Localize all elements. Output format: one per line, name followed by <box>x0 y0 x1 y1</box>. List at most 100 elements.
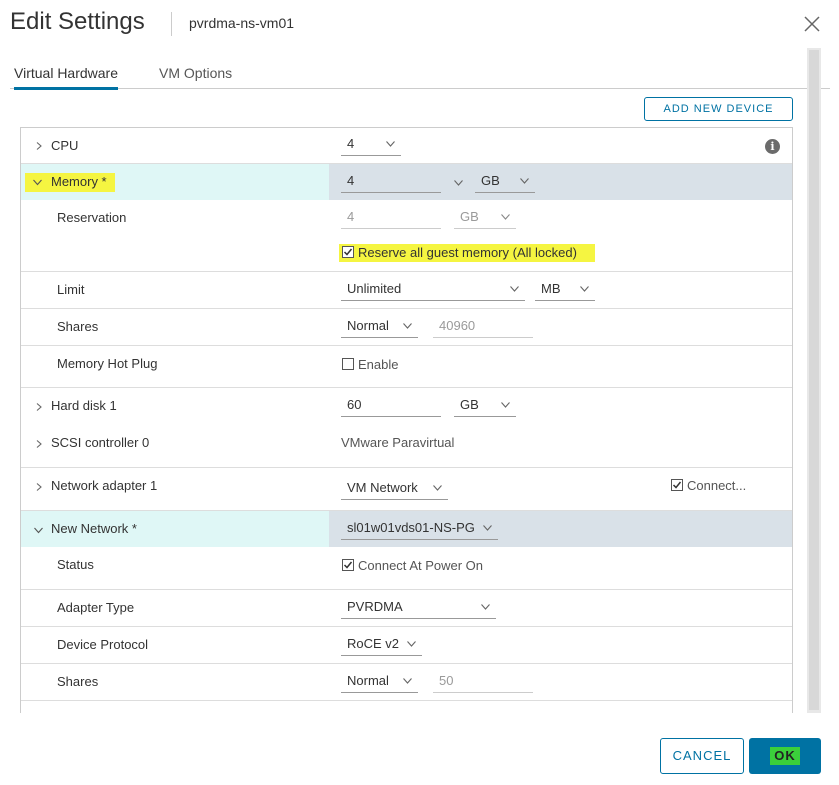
network-adapter-connect-label: Connect... <box>687 478 747 493</box>
limit-value: Unlimited <box>347 281 402 296</box>
new-network-value: sl01w01vds01-NS-PG <box>347 520 475 535</box>
memory-unit-select[interactable]: GB <box>475 171 535 193</box>
checkmark-icon <box>672 481 682 489</box>
hardware-list: CPU 4 i Memory * 4 GB Reservation 4 GB R <box>20 127 793 713</box>
memory-shares-level: Normal <box>347 318 389 333</box>
checkmark-icon <box>343 561 353 569</box>
close-icon[interactable] <box>802 14 822 34</box>
scsi-controller-row: SCSI controller 0 VMware Paravirtual <box>21 425 792 468</box>
chevron-right-icon[interactable] <box>35 142 43 150</box>
memory-hot-plug-label: Memory Hot Plug <box>57 356 158 371</box>
hard-disk-unit-select[interactable]: GB <box>454 395 516 417</box>
memory-label: Memory * <box>51 174 107 189</box>
chevron-right-icon[interactable] <box>35 440 43 448</box>
chevron-right-icon[interactable] <box>35 403 43 411</box>
network-shares-row: Shares Normal 50 <box>21 664 792 701</box>
info-icon[interactable]: i <box>765 139 780 154</box>
reservation-unit-value: GB <box>460 209 479 224</box>
hard-disk-label: Hard disk 1 <box>51 398 117 413</box>
chevron-down-icon <box>403 678 412 684</box>
device-protocol-value: RoCE v2 <box>347 636 400 651</box>
reservation-label: Reservation <box>57 210 127 225</box>
checkmark-icon <box>343 248 353 256</box>
memory-shares-select[interactable]: Normal <box>341 316 418 338</box>
scsi-controller-label: SCSI controller 0 <box>51 435 150 450</box>
adapter-type-label: Adapter Type <box>57 600 135 615</box>
chevron-down-icon <box>580 286 589 292</box>
tab-vm-options[interactable]: VM Options <box>159 65 232 87</box>
hard-disk-size-input[interactable]: 60 <box>341 395 441 417</box>
reservation-input[interactable]: 4 <box>341 207 441 229</box>
chevron-down-icon <box>501 402 510 408</box>
dialog-title: Edit Settings <box>10 8 145 35</box>
reservation-value: 4 <box>347 209 355 224</box>
chevron-down-icon <box>407 641 416 647</box>
memory-shares-label: Shares <box>57 319 99 334</box>
limit-select[interactable]: Unlimited <box>341 279 525 301</box>
title-divider <box>171 12 172 36</box>
chevron-down-icon <box>520 178 529 184</box>
limit-row: Limit Unlimited MB <box>21 272 792 309</box>
network-adapter-connect-checkbox[interactable] <box>671 479 683 491</box>
limit-unit-select[interactable]: MB <box>535 279 595 301</box>
tab-bar: Virtual Hardware VM Options <box>10 60 830 90</box>
memory-hot-plug-checkbox[interactable] <box>342 358 354 370</box>
cpu-row: CPU 4 i <box>21 128 792 164</box>
chevron-down-icon <box>481 604 490 610</box>
chevron-down-icon <box>403 323 412 329</box>
network-shares-input[interactable]: 50 <box>433 671 533 693</box>
connect-at-power-on-checkbox[interactable] <box>342 559 354 571</box>
adapter-type-value: PVRDMA <box>347 599 403 614</box>
new-network-select[interactable]: sl01w01vds01-NS-PG <box>341 518 498 540</box>
reservation-unit-select[interactable]: GB <box>454 207 516 229</box>
device-protocol-label: Device Protocol <box>57 637 149 652</box>
limit-unit-value: MB <box>541 281 561 296</box>
chevron-down-icon <box>483 525 492 531</box>
memory-shares-input[interactable]: 40960 <box>433 316 533 338</box>
memory-shares-row: Shares Normal 40960 <box>21 309 792 346</box>
memory-hot-plug-row: Memory Hot Plug Enable <box>21 346 792 388</box>
connect-at-power-on-label: Connect At Power On <box>358 558 484 573</box>
hard-disk-row: Hard disk 1 60 GB <box>21 388 792 425</box>
adapter-type-select[interactable]: PVRDMA <box>341 597 496 619</box>
network-shares-level: Normal <box>347 673 389 688</box>
ok-button-label: OK <box>770 747 800 765</box>
reserve-all-label: Reserve all guest memory (All locked) <box>358 245 577 260</box>
network-shares-label: Shares <box>57 674 99 689</box>
chevron-down-icon[interactable] <box>33 178 42 187</box>
network-adapter-label: Network adapter 1 <box>51 478 158 493</box>
chevron-down-icon <box>386 141 395 147</box>
scrollbar-thumb[interactable] <box>809 50 819 710</box>
network-shares-value: 50 <box>439 673 454 688</box>
status-row: Status Connect At Power On <box>21 547 792 590</box>
memory-size-input[interactable]: 4 <box>341 171 441 193</box>
network-shares-select[interactable]: Normal <box>341 671 418 693</box>
vm-name: pvrdma-ns-vm01 <box>189 15 295 31</box>
network-adapter-value: VM Network <box>347 480 418 495</box>
adapter-type-row: Adapter Type PVRDMA <box>21 590 792 627</box>
reserve-all-checkbox[interactable] <box>342 246 354 258</box>
cancel-button[interactable]: CANCEL <box>660 738 744 774</box>
hard-disk-size-value: 60 <box>347 397 362 412</box>
memory-size-value: 4 <box>347 173 355 188</box>
reservation-row: Reservation 4 GB Reserve all guest memor… <box>21 200 792 272</box>
add-new-device-button[interactable]: ADD NEW DEVICE <box>644 97 793 121</box>
status-label: Status <box>57 557 94 572</box>
ok-button[interactable]: OK <box>749 738 821 774</box>
memory-row: Memory * 4 GB <box>21 164 792 200</box>
chevron-down-icon <box>510 286 519 292</box>
memory-unit-value: GB <box>481 173 500 188</box>
device-protocol-select[interactable]: RoCE v2 <box>341 634 422 656</box>
device-protocol-row: Device Protocol RoCE v2 <box>21 627 792 664</box>
network-adapter-select[interactable]: VM Network <box>341 478 448 500</box>
scsi-controller-value: VMware Paravirtual <box>341 435 455 450</box>
tab-virtual-hardware[interactable]: Virtual Hardware <box>14 65 119 90</box>
chevron-down-icon[interactable] <box>454 180 463 186</box>
new-network-row: New Network * sl01w01vds01-NS-PG <box>21 511 792 547</box>
limit-label: Limit <box>57 282 85 297</box>
chevron-right-icon[interactable] <box>35 483 43 491</box>
cpu-select[interactable]: 4 <box>341 134 401 156</box>
memory-shares-value: 40960 <box>439 318 476 333</box>
chevron-down-icon[interactable] <box>34 526 43 535</box>
hard-disk-unit-value: GB <box>460 397 479 412</box>
